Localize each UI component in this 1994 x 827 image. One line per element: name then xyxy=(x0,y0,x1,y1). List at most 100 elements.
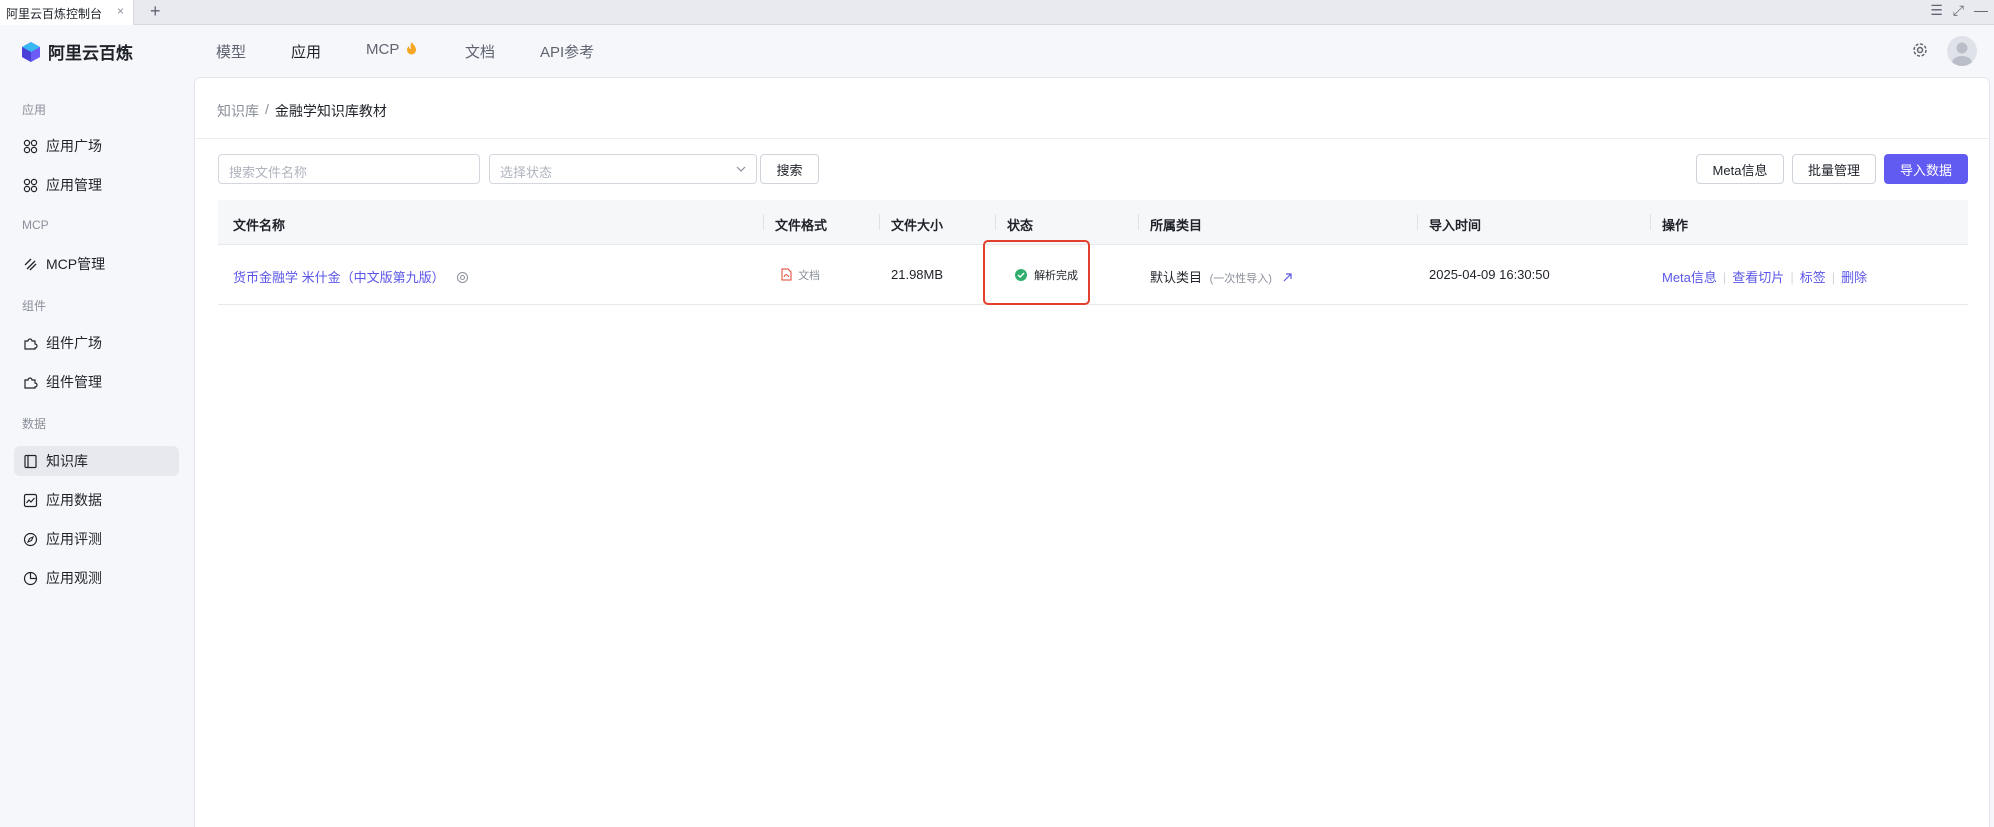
sidebar-item-label: 组件管理 xyxy=(46,374,102,390)
window-controls: ☰ ⤢ — xyxy=(1930,2,1988,19)
sidebar-item-label: 知识库 xyxy=(46,453,88,469)
meta-info-link[interactable]: Meta信息 xyxy=(1662,270,1717,285)
column-divider xyxy=(1417,214,1418,230)
grid-icon xyxy=(23,178,38,192)
sidebar-item-label: 应用管理 xyxy=(46,177,102,193)
action-separator: | xyxy=(1722,270,1727,285)
table-row: 货币金融学 米什金（中文版第九版） 文档 21.98MB 解析完成 默认类目 (… xyxy=(218,245,1968,305)
grid-icon xyxy=(23,139,38,153)
browser-tabstrip: 阿里云百炼控制台 × + ☰ ⤢ — xyxy=(0,0,1994,25)
logo[interactable]: 阿里云百炼 xyxy=(20,39,133,64)
search-input[interactable]: 搜索文件名称 xyxy=(218,154,480,184)
sidebar-group-components: 组件 xyxy=(22,299,47,313)
import-data-button[interactable]: 导入数据 xyxy=(1884,154,1968,184)
avatar-icon xyxy=(1952,42,1972,66)
file-name-link[interactable]: 货币金融学 米什金（中文版第九版） xyxy=(233,267,469,286)
sidebar-group-apps: 应用 xyxy=(22,103,47,117)
nav-api-reference[interactable]: API参考 xyxy=(540,41,594,62)
sidebar-item-component-manage[interactable]: 组件管理 xyxy=(14,367,179,397)
nav-mcp[interactable]: MCP xyxy=(366,41,418,58)
sidebar-item-app-evaluation[interactable]: 应用评测 xyxy=(14,524,179,554)
logo-text: 阿里云百炼 xyxy=(48,44,133,63)
column-header: 文件大小 xyxy=(891,218,944,233)
action-separator: | xyxy=(1831,270,1836,285)
file-format-label: 文档 xyxy=(798,270,821,282)
breadcrumb: 知识库 / 金融学知识库教材 xyxy=(217,101,387,121)
meta-info-button[interactable]: Meta信息 xyxy=(1696,154,1784,184)
status-highlight-box xyxy=(983,240,1090,305)
status-select[interactable]: 选择状态 xyxy=(489,154,757,184)
column-header: 文件名称 xyxy=(233,218,286,233)
sidebar-item-app-square[interactable]: 应用广场 xyxy=(14,131,179,161)
column-divider xyxy=(995,214,996,230)
sidebar-item-knowledge-base[interactable]: 知识库 xyxy=(14,446,179,476)
sidebar-item-label: 组件广场 xyxy=(46,335,102,351)
column-divider xyxy=(879,214,880,230)
sidebar-item-app-manage[interactable]: 应用管理 xyxy=(14,170,179,200)
column-divider xyxy=(1138,214,1139,230)
column-divider xyxy=(763,214,764,230)
row-actions: Meta信息 | 查看切片 | 标签 | 删除 xyxy=(1662,267,1867,286)
sidebar-item-app-data[interactable]: 应用数据 xyxy=(14,485,179,515)
nav-docs[interactable]: 文档 xyxy=(465,41,495,62)
tags-link[interactable]: 标签 xyxy=(1800,270,1826,285)
browser-tab[interactable]: 阿里云百炼控制台 × xyxy=(0,0,134,25)
minimize-icon[interactable]: — xyxy=(1974,2,1988,19)
compass-icon xyxy=(23,532,38,546)
user-avatar[interactable] xyxy=(1947,36,1977,66)
delete-link[interactable]: 删除 xyxy=(1841,270,1867,285)
breadcrumb-current: 金融学知识库教材 xyxy=(274,103,387,119)
category-note: (一次性导入) xyxy=(1209,273,1272,285)
category: 默认类目 (一次性导入) xyxy=(1150,267,1293,286)
column-header: 文件格式 xyxy=(775,218,828,233)
mcp-icon xyxy=(24,258,37,270)
sidebar: 应用 应用广场 应用管理 MCP MCP管理 组件 组件广场 组件管理 数据 知… xyxy=(0,77,190,827)
search-button[interactable]: 搜索 xyxy=(760,154,819,184)
sidebar-group-mcp: MCP xyxy=(22,218,49,232)
sidebar-item-component-square[interactable]: 组件广场 xyxy=(14,328,179,358)
column-header: 导入时间 xyxy=(1429,218,1482,233)
file-name: 货币金融学 米什金（中文版第九版） xyxy=(233,270,445,285)
copy-icon[interactable] xyxy=(456,271,469,284)
action-separator: | xyxy=(1790,270,1794,285)
pdf-file-icon xyxy=(781,268,792,281)
column-header: 状态 xyxy=(1007,218,1034,233)
puzzle-icon xyxy=(24,376,38,389)
breadcrumb-parent[interactable]: 知识库 xyxy=(217,101,259,121)
flame-icon xyxy=(407,42,417,55)
sidebar-item-label: 应用评测 xyxy=(46,531,102,547)
menu-icon[interactable]: ☰ xyxy=(1930,2,1943,19)
tab-title: 阿里云百炼控制台 xyxy=(6,7,103,21)
column-header: 操作 xyxy=(1662,218,1689,233)
import-time: 2025-04-09 16:30:50 xyxy=(1429,267,1550,282)
column-divider xyxy=(1650,214,1651,230)
view-slices-link[interactable]: 查看切片 xyxy=(1732,270,1784,285)
tab-close-icon[interactable]: × xyxy=(117,4,124,18)
external-link-arrow-icon[interactable] xyxy=(1282,272,1293,283)
category-name: 默认类目 xyxy=(1150,270,1203,285)
sidebar-item-label: MCP管理 xyxy=(46,256,106,272)
new-tab-icon[interactable]: + xyxy=(150,1,161,21)
sidebar-item-app-observe[interactable]: 应用观测 xyxy=(14,563,179,593)
sidebar-item-label: 应用数据 xyxy=(46,492,102,508)
expand-icon[interactable]: ⤢ xyxy=(1953,2,1964,19)
status-select-placeholder: 选择状态 xyxy=(500,165,553,180)
nav-mcp-label: MCP xyxy=(366,41,400,58)
sidebar-item-mcp-manage[interactable]: MCP管理 xyxy=(14,249,179,279)
nav-models[interactable]: 模型 xyxy=(216,41,246,62)
settings-gear-icon[interactable] xyxy=(1911,41,1929,59)
sidebar-group-data: 数据 xyxy=(22,417,47,431)
main-panel: 知识库 / 金融学知识库教材 搜索文件名称 选择状态 搜索 Meta信息 批量管… xyxy=(194,77,1990,827)
top-navbar: 阿里云百炼 模型 应用 MCP 文档 API参考 xyxy=(0,25,1994,77)
sidebar-item-label: 应用广场 xyxy=(46,138,102,154)
chevron-down-icon xyxy=(736,166,746,172)
batch-manage-button[interactable]: 批量管理 xyxy=(1792,154,1876,184)
sidebar-item-label: 应用观测 xyxy=(46,570,102,586)
header-divider xyxy=(195,138,1989,139)
nav-apps[interactable]: 应用 xyxy=(291,41,321,62)
pie-icon xyxy=(23,571,38,585)
book-icon xyxy=(24,454,37,468)
puzzle-icon xyxy=(24,337,38,350)
column-header: 所属类目 xyxy=(1150,218,1203,233)
breadcrumb-separator: / xyxy=(265,101,269,117)
